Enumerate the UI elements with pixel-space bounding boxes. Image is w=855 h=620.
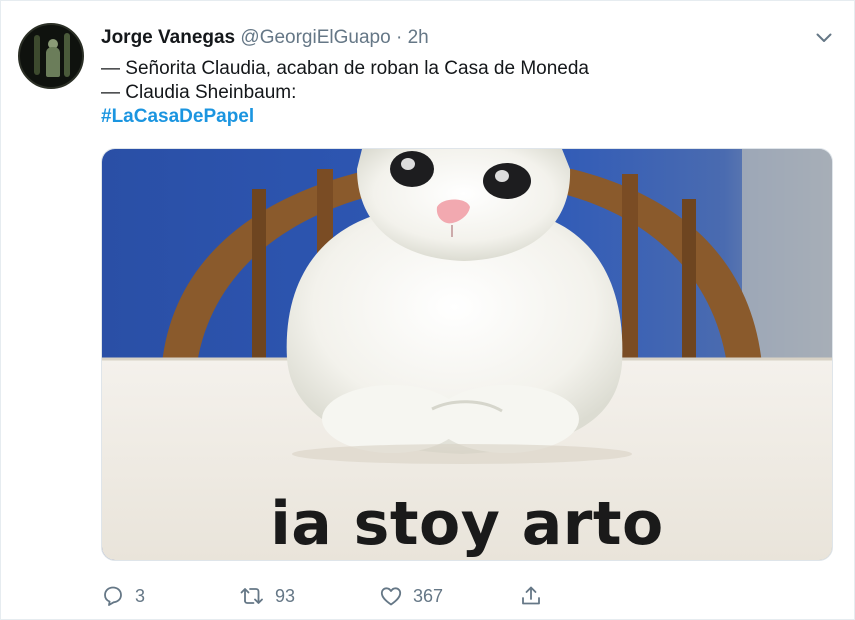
avatar-backdrop [34, 35, 40, 75]
like-count: 367 [413, 585, 444, 606]
tweet-text: — Señorita Claudia, acaban de roban la C… [101, 57, 589, 129]
share-button[interactable] [519, 581, 543, 611]
retweet-button[interactable]: 93 [239, 581, 295, 611]
chevron-down-icon [816, 33, 832, 42]
more-options-button[interactable] [813, 27, 835, 49]
like-button[interactable]: 367 [379, 581, 443, 611]
header-separator: · [395, 27, 403, 48]
tweet-header: Jorge Vanegas @GeorgiElGuapo · 2h [101, 27, 429, 49]
tweet-line: — Señorita Claudia, acaban de roban la C… [101, 58, 589, 79]
share-icon [522, 586, 540, 605]
author-name[interactable]: Jorge Vanegas [101, 27, 235, 48]
retweet-count: 93 [275, 585, 296, 606]
tweet-timestamp[interactable]: 2h [408, 27, 429, 48]
heart-icon [380, 587, 402, 606]
avatar-backdrop [64, 33, 70, 77]
tweet-actions: 3 93 367 [101, 581, 561, 611]
hashtag-link[interactable]: #LaCasaDePapel [101, 105, 589, 129]
avatar[interactable] [18, 23, 84, 89]
author-handle[interactable]: @GeorgiElGuapo [240, 27, 390, 48]
retweet-icon [240, 588, 263, 604]
tweet-card: Jorge Vanegas @GeorgiElGuapo · 2h — Seño… [0, 0, 855, 620]
tweet-line: — Claudia Sheinbaum: [101, 82, 297, 103]
avatar-figure-body [46, 47, 60, 77]
reply-icon [104, 586, 122, 606]
tweet-media-image[interactable]: ia stoy arto [101, 148, 833, 561]
reply-button[interactable]: 3 [101, 581, 145, 611]
reply-count: 3 [135, 585, 146, 606]
media-caption: ia stoy arto [270, 489, 664, 559]
